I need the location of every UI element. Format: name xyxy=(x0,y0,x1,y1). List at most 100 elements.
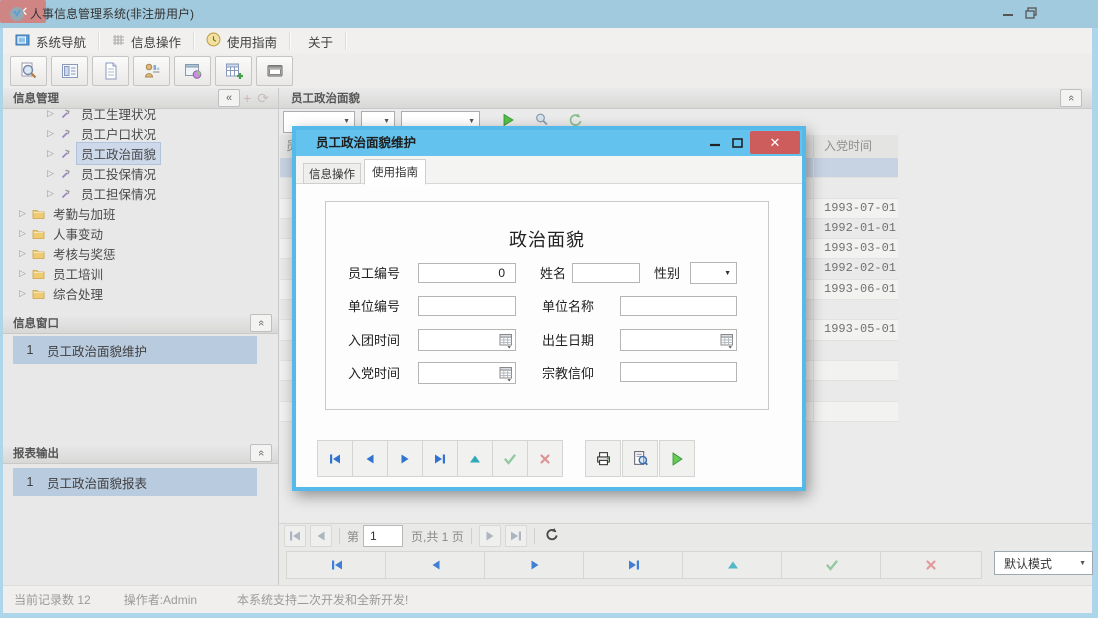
mode-select[interactable]: 默认模式 ▼ xyxy=(994,551,1093,575)
restore-button[interactable] xyxy=(1019,0,1043,26)
calendar-icon[interactable] xyxy=(720,333,734,352)
emp-no-field[interactable] xyxy=(418,263,516,283)
tree-item-label[interactable]: 员工投保情况 xyxy=(77,163,160,184)
unit-no-field[interactable] xyxy=(418,296,516,316)
expand-arrow-icon[interactable]: ▷ xyxy=(19,208,32,219)
menu-item[interactable]: 使用指南 xyxy=(194,28,289,54)
expand-arrow-icon[interactable]: ▷ xyxy=(47,108,60,119)
birth-date-field[interactable] xyxy=(620,329,737,351)
tree-item[interactable]: ▷ 员工担保情况 xyxy=(3,183,278,203)
party-date-field[interactable] xyxy=(418,362,516,384)
confirm-button[interactable] xyxy=(492,440,528,477)
page-total-label: 页,共 1 页 xyxy=(411,528,464,545)
expand-arrow-icon[interactable]: ▷ xyxy=(19,228,32,239)
report-panel-title: 报表输出 xyxy=(3,445,250,461)
form-view-button[interactable] xyxy=(51,56,88,86)
menu-item[interactable]: 系统导航 xyxy=(3,28,98,54)
tree-item[interactable]: ▷ 员工投保情况 xyxy=(3,163,278,183)
league-date-field[interactable] xyxy=(418,329,516,351)
page-number-input[interactable] xyxy=(363,525,403,547)
tree-item-label[interactable]: 考勤与加班 xyxy=(49,203,120,224)
expand-arrow-icon[interactable]: ▷ xyxy=(47,148,60,159)
print-preview-button[interactable] xyxy=(622,440,658,477)
insert-record-button[interactable] xyxy=(682,551,784,579)
first-page-button[interactable] xyxy=(284,525,306,547)
tree-item[interactable]: ▷ 员工培训 xyxy=(3,263,278,283)
cancel-button[interactable] xyxy=(880,551,982,579)
tree-item-label[interactable]: 员工政治面貌 xyxy=(77,143,160,164)
collapse-up-icon[interactable]: « xyxy=(250,444,272,462)
tree-item-label[interactable]: 员工户口状况 xyxy=(77,123,160,144)
first-record-button[interactable] xyxy=(286,551,388,579)
app-logo-icon xyxy=(9,6,25,25)
unit-name-field[interactable] xyxy=(620,296,737,316)
minimize-button[interactable] xyxy=(996,0,1020,26)
expand-arrow-icon[interactable]: ▷ xyxy=(19,248,32,259)
print-button[interactable] xyxy=(585,440,621,477)
collapse-left-icon[interactable]: « xyxy=(218,89,240,107)
tree-item[interactable]: ▷ 员工政治面貌 xyxy=(3,143,278,163)
cancel-button[interactable] xyxy=(527,440,563,477)
menu-item[interactable]: 信息操作 xyxy=(99,28,193,54)
column-separator[interactable] xyxy=(813,135,814,158)
prev-page-button[interactable] xyxy=(310,525,332,547)
prev-record-button[interactable] xyxy=(385,551,487,579)
tree-item[interactable]: ▷ 员工生理状况 xyxy=(3,108,278,123)
last-page-button[interactable] xyxy=(505,525,527,547)
tree-item[interactable]: ▷ 人事变动 xyxy=(3,223,278,243)
next-record-button[interactable] xyxy=(387,440,423,477)
tab-info-operation[interactable]: 信息操作 xyxy=(303,163,361,184)
expand-arrow-icon[interactable]: ▷ xyxy=(47,188,60,199)
document-button[interactable] xyxy=(92,56,129,86)
expand-arrow-icon[interactable]: ▷ xyxy=(47,168,60,179)
tree-item-label[interactable]: 员工生理状况 xyxy=(77,108,160,124)
expand-arrow-icon[interactable]: ▷ xyxy=(19,268,32,279)
expand-arrow-icon[interactable]: ▷ xyxy=(19,288,32,299)
dialog-close-button[interactable]: ✕ xyxy=(750,131,800,154)
main-panel-header: 员工政治面貌 « xyxy=(279,88,1092,109)
tree-item[interactable]: ▷ 员工户口状况 xyxy=(3,123,278,143)
tree-item[interactable]: ▷ 综合处理 xyxy=(3,283,278,303)
last-record-button[interactable] xyxy=(583,551,685,579)
window-list-item[interactable]: 1 员工政治面貌维护 xyxy=(13,336,257,364)
report-list-item[interactable]: 1 员工政治面貌报表 xyxy=(13,468,257,496)
last-record-button[interactable] xyxy=(422,440,458,477)
religion-field[interactable] xyxy=(620,362,737,382)
gender-select[interactable]: ▼ xyxy=(690,262,737,284)
menu-item[interactable]: 关于 xyxy=(290,28,345,54)
refresh-grid-icon[interactable] xyxy=(544,527,559,545)
tree-item-label[interactable]: 人事变动 xyxy=(49,223,107,244)
dialog-minimize-button[interactable] xyxy=(704,130,726,156)
tree-item-label[interactable]: 员工培训 xyxy=(49,263,107,284)
collapse-up-icon[interactable]: « xyxy=(1060,89,1082,107)
next-record-button[interactable] xyxy=(484,551,586,579)
tab-user-guide[interactable]: 使用指南 xyxy=(364,159,426,185)
calendar-icon[interactable] xyxy=(499,333,513,352)
tree-item-label[interactable]: 员工担保情况 xyxy=(77,183,160,204)
calendar-icon[interactable] xyxy=(499,366,513,385)
query-search-button[interactable] xyxy=(10,56,47,86)
refresh-icon[interactable]: ⟳ xyxy=(254,90,272,107)
column-header-partydate[interactable]: 入党时间 xyxy=(824,135,898,158)
collapse-up-icon[interactable]: « xyxy=(250,314,272,332)
name-field[interactable] xyxy=(572,263,640,283)
run-report-button[interactable] xyxy=(659,440,695,477)
table-add-button[interactable] xyxy=(215,56,252,86)
insert-record-button[interactable] xyxy=(457,440,493,477)
employee-chart-button[interactable] xyxy=(133,56,170,86)
first-record-button[interactable] xyxy=(317,440,353,477)
prev-record-button[interactable] xyxy=(352,440,388,477)
expand-arrow-icon[interactable]: ▷ xyxy=(47,128,60,139)
dialog-maximize-button[interactable] xyxy=(726,130,748,156)
add-icon[interactable]: + xyxy=(240,90,254,106)
confirm-button[interactable] xyxy=(781,551,883,579)
panel-view-button[interactable] xyxy=(256,56,293,86)
info-panel-title: 信息管理 xyxy=(3,90,218,106)
tree-item[interactable]: ▷ 考勤与加班 xyxy=(3,203,278,223)
window-preview-button[interactable] xyxy=(174,56,211,86)
tree-item[interactable]: ▷ 考核与奖惩 xyxy=(3,243,278,263)
tree-item-label[interactable]: 综合处理 xyxy=(49,283,107,304)
form-title: 政治面貌 xyxy=(326,226,768,252)
tree-item-label[interactable]: 考核与奖惩 xyxy=(49,243,120,264)
next-page-button[interactable] xyxy=(479,525,501,547)
